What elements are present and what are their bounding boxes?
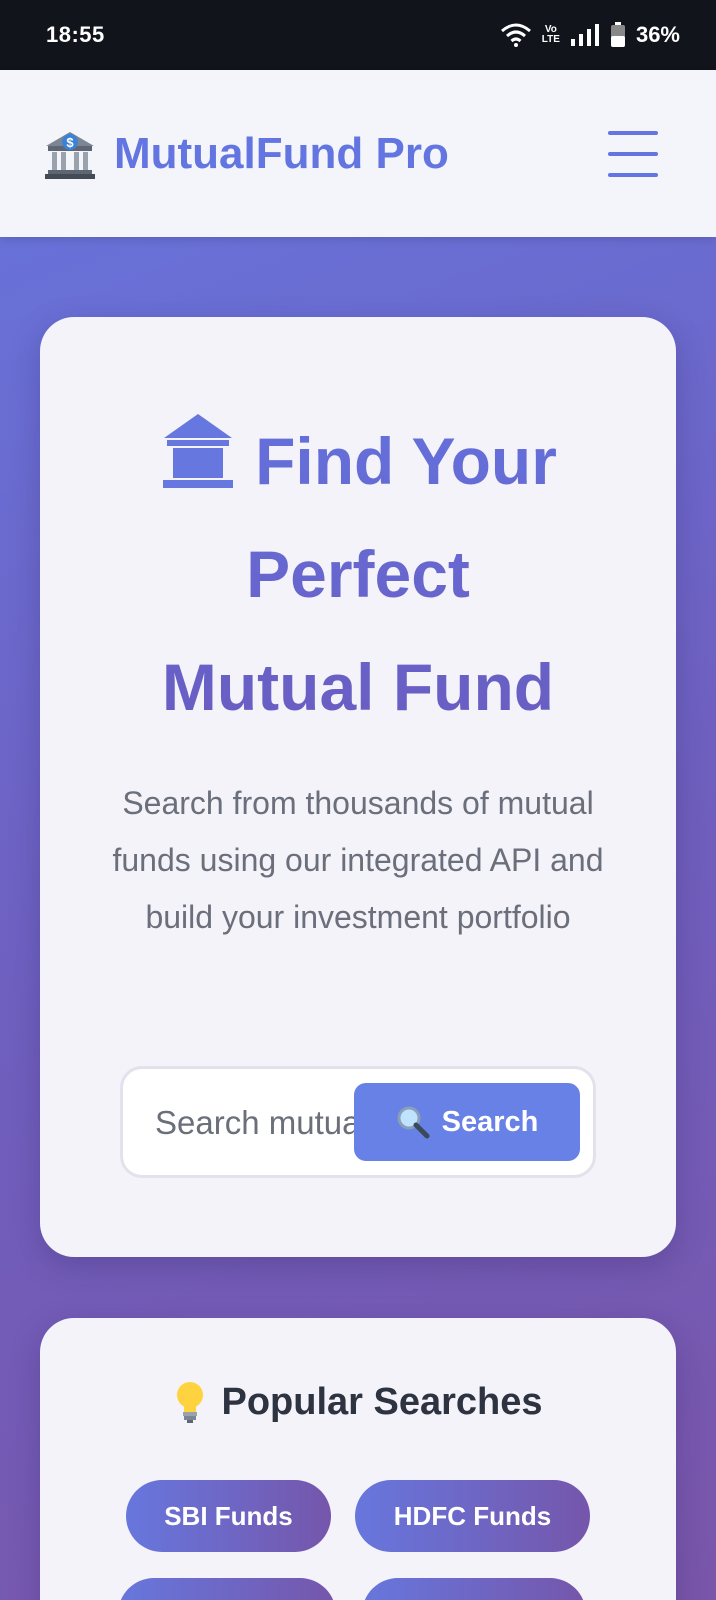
wifi-icon — [500, 23, 531, 47]
hero-title-line-2: Perfect — [246, 537, 470, 611]
menu-line — [608, 151, 658, 156]
app-header: $ MutualFund Pro — [0, 70, 716, 237]
chip-partial[interactable] — [362, 1578, 586, 1600]
battery-percent: 36% — [635, 22, 680, 47]
status-time: 18:55 — [46, 22, 105, 47]
lte-label: LTE — [541, 34, 560, 45]
svg-text:$: $ — [66, 135, 74, 150]
lightbulb-icon — [177, 1382, 204, 1423]
search-button[interactable]: Search — [354, 1083, 580, 1161]
battery-icon — [610, 22, 625, 47]
magnifier-icon — [397, 1106, 430, 1139]
hero-title-line-1: Find Your — [40, 405, 676, 518]
menu-line — [608, 172, 658, 177]
hero-title-line-3: Mutual Fund — [161, 650, 555, 724]
hero-description: Search from thousands of mutual funds us… — [112, 785, 604, 935]
chip-partial[interactable] — [118, 1578, 336, 1600]
status-bar: 18:55 Vo LTE 36% — [0, 0, 716, 70]
status-icons: Vo LTE 36% — [500, 22, 680, 48]
brand[interactable]: $ MutualFund Pro — [42, 126, 449, 182]
bank-icon — [163, 414, 234, 488]
hero-title: Find Your Perfect Mutual Fund — [40, 405, 676, 744]
menu-line — [608, 130, 658, 135]
chip-sbi-funds[interactable]: SBI Funds — [126, 1480, 331, 1552]
popular-searches-title: Popular Searches — [221, 1380, 543, 1423]
search-input[interactable] — [141, 1085, 371, 1161]
hamburger-menu-button[interactable] — [608, 130, 658, 177]
volte-icon: Vo LTE — [542, 25, 560, 45]
title-text-1: Find Your — [255, 424, 557, 498]
signal-icon — [570, 24, 599, 46]
popular-searches-heading: Popular Searches — [40, 1380, 676, 1424]
search-box: Search — [120, 1066, 596, 1178]
popular-searches-card: Popular Searches SBI Funds HDFC Funds — [40, 1318, 676, 1600]
chip-hdfc-funds[interactable]: HDFC Funds — [355, 1480, 590, 1552]
bank-dollar-icon: $ — [45, 131, 95, 179]
brand-name: MutualFund Pro — [114, 128, 449, 178]
hero-card: Find Your Perfect Mutual Fund Search fro… — [40, 317, 676, 1257]
search-button-label: Search — [441, 1105, 539, 1138]
